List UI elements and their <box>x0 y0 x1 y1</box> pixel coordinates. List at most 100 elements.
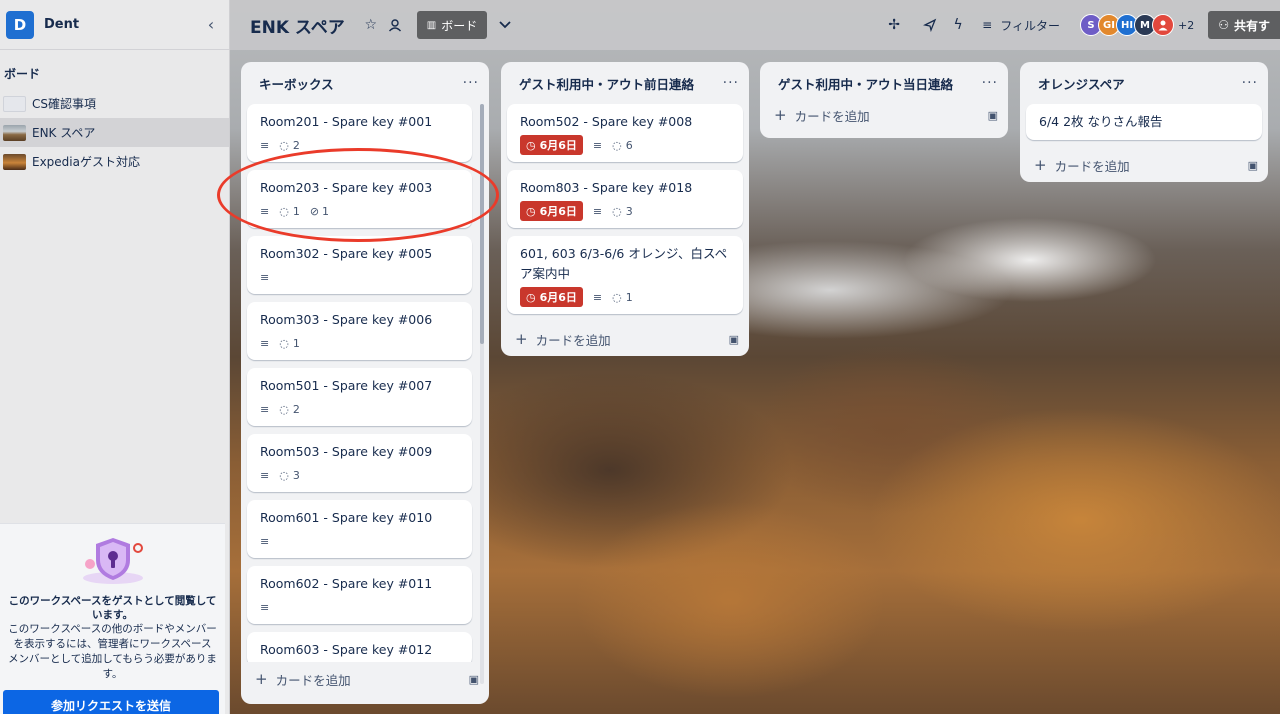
card[interactable]: Room501 - Spare key #007 ≡ ◌ 2 <box>247 368 472 426</box>
description-icon: ≡ <box>260 402 270 416</box>
comment-badge: ◌ 3 <box>612 205 633 218</box>
power-ups-icon[interactable]: ✢ <box>882 13 906 37</box>
card[interactable]: Room602 - Spare key #011 ≡ <box>247 566 472 624</box>
card[interactable]: Room201 - Spare key #001 ≡ ◌ 2 <box>247 104 472 162</box>
share-label: 共有す <box>1233 18 1270 33</box>
list-header[interactable]: キーボックス ··· <box>241 62 489 104</box>
description-icon: ≡ <box>260 534 270 548</box>
card-template-icon[interactable]: ▣ <box>988 109 998 122</box>
share-button[interactable]: ⚇ 共有す <box>1208 11 1280 39</box>
star-icon[interactable]: ☆ <box>359 13 383 37</box>
comment-icon: ◌ <box>612 204 622 218</box>
list-title[interactable]: オレンジスペア <box>1038 74 1242 93</box>
list-header[interactable]: ゲスト利用中・アウト前日連絡 ··· <box>501 62 749 104</box>
chevron-down-icon[interactable] <box>493 13 517 37</box>
card[interactable]: Room803 - Spare key #018 ◷ 6月6日 ≡ ◌ 3 <box>507 170 743 228</box>
workspace-name[interactable]: Dent <box>44 17 199 32</box>
comment-icon: ◌ <box>279 402 289 416</box>
card[interactable]: Room603 - Spare key #012 <box>247 632 472 662</box>
card-badges: ◷ 6月6日 ≡ ◌ 1 <box>520 286 730 308</box>
comment-badge: ◌ 3 <box>279 469 300 482</box>
due-date-badge[interactable]: ◷ 6月6日 <box>520 201 583 221</box>
due-date-badge[interactable]: ◷ 6月6日 <box>520 135 583 155</box>
sidebar-board-label: Expediaゲスト対応 <box>32 155 140 169</box>
member-avatars[interactable]: S GI HI M +2 <box>1080 14 1194 36</box>
due-date: 6月6日 <box>539 291 577 304</box>
sidebar-board-expedia[interactable]: Expediaゲスト対応 <box>0 147 229 176</box>
list-keybox: キーボックス ··· Room201 - Spare key #001 ≡ ◌ 2… <box>241 62 489 704</box>
board-view-button[interactable]: ▥ ボード <box>416 11 488 39</box>
comment-count: 3 <box>625 204 633 218</box>
attachment-badge: ⊘ 1 <box>310 205 329 218</box>
board-thumbnail <box>3 124 26 141</box>
collapse-sidebar-icon[interactable]: ‹ <box>199 13 223 37</box>
list-menu-icon[interactable]: ··· <box>463 75 479 91</box>
plus-icon: + <box>1034 156 1047 174</box>
due-date-badge[interactable]: ◷ 6月6日 <box>520 287 583 307</box>
join-request-button[interactable]: 参加リクエストを送信 <box>3 690 219 714</box>
list-menu-icon[interactable]: ··· <box>1242 75 1258 91</box>
card-badges: ≡ <box>260 266 459 288</box>
list-header[interactable]: オレンジスペア ··· <box>1020 62 1268 104</box>
list-menu-icon[interactable]: ··· <box>723 75 739 91</box>
comment-icon: ◌ <box>279 336 289 350</box>
sidebar-board-enk[interactable]: ENK スペア <box>0 118 229 147</box>
plus-icon: + <box>255 670 268 688</box>
comment-icon: ◌ <box>279 468 289 482</box>
card-title: Room303 - Spare key #006 <box>260 312 433 327</box>
card[interactable]: 6/4 2枚 なりさん報告 <box>1026 104 1262 140</box>
list-scrollbar-thumb[interactable] <box>480 104 484 344</box>
card[interactable]: Room302 - Spare key #005 ≡ <box>247 236 472 294</box>
card-template-icon[interactable]: ▣ <box>729 333 739 346</box>
add-card-label: カードを追加 <box>535 332 611 348</box>
card[interactable]: Room203 - Spare key #003 ≡ ◌ 1 ⊘ 1 <box>247 170 472 228</box>
comment-badge: ◌ 2 <box>279 403 300 416</box>
lightning-icon[interactable]: ϟ <box>946 13 970 37</box>
card[interactable]: Room601 - Spare key #010 ≡ <box>247 500 472 558</box>
workspace-logo[interactable]: D <box>6 10 34 39</box>
visibility-icon[interactable] <box>383 13 407 37</box>
plus-icon: + <box>515 330 528 348</box>
boards-section-title: ボード <box>4 67 41 81</box>
card[interactable]: 601, 603 6/3-6/6 オレンジ、白スペア案内中 ◷ 6月6日 ≡ ◌ 1 <box>507 236 743 314</box>
list-title[interactable]: キーボックス <box>259 74 463 93</box>
comment-count: 1 <box>292 336 300 350</box>
sidebar-board-cs[interactable]: CS確認事項 <box>0 89 229 118</box>
card-badges: ≡ ◌ 2 <box>260 134 459 156</box>
card[interactable]: Room502 - Spare key #008 ◷ 6月6日 ≡ ◌ 6 <box>507 104 743 162</box>
list-title[interactable]: ゲスト利用中・アウト当日連絡 <box>778 74 982 93</box>
add-card-button[interactable]: + カードを追加 ▣ <box>1020 148 1268 182</box>
extra-members-count[interactable]: +2 <box>1178 19 1194 32</box>
avatar-user-icon[interactable] <box>1152 14 1174 36</box>
description-icon: ≡ <box>260 204 270 218</box>
card[interactable]: Room303 - Spare key #006 ≡ ◌ 1 <box>247 302 472 360</box>
card-title: Room501 - Spare key #007 <box>260 378 433 393</box>
card-template-icon[interactable]: ▣ <box>469 673 479 686</box>
comment-icon: ◌ <box>279 204 289 218</box>
comment-count: 1 <box>292 204 300 218</box>
card-template-icon[interactable]: ▣ <box>1248 159 1258 172</box>
list-scrollbar[interactable] <box>480 104 484 684</box>
card[interactable]: Room503 - Spare key #009 ≡ ◌ 3 <box>247 434 472 492</box>
card-title: Room803 - Spare key #018 <box>520 180 693 195</box>
sidebar: D Dent ‹ ボード CS確認事項 ENK スペア Expediaゲスト対応… <box>0 0 230 714</box>
guest-notice-title: このワークスペースをゲストとして閲覧しています。 <box>8 595 217 621</box>
add-card-button[interactable]: + カードを追加 ▣ <box>241 662 489 696</box>
add-card-button[interactable]: + カードを追加 ▣ <box>501 322 749 356</box>
add-card-button[interactable]: + カードを追加 ▣ <box>760 98 1008 132</box>
filter-button[interactable]: ≡ フィルター <box>982 17 1060 34</box>
card-badges: ≡ <box>260 596 459 618</box>
board-title[interactable]: ENK スペア <box>250 13 345 38</box>
list-guest-same-day: ゲスト利用中・アウト当日連絡 ··· + カードを追加 ▣ <box>760 62 1008 138</box>
card-badges: ≡ ◌ 1 <box>260 332 459 354</box>
due-date: 6月6日 <box>539 205 577 218</box>
board-canvas: ENK スペア ☆ ▥ ボード ✢ ϟ ≡ フィルター S GI HI M +2… <box>230 0 1280 714</box>
list-title[interactable]: ゲスト利用中・アウト前日連絡 <box>519 74 723 93</box>
list-menu-icon[interactable]: ··· <box>982 75 998 91</box>
card-title: Room601 - Spare key #010 <box>260 510 433 525</box>
automation-icon[interactable] <box>918 13 942 37</box>
card-title: 6/4 2枚 なりさん報告 <box>1039 114 1163 129</box>
board-thumbnail <box>3 95 26 112</box>
filter-icon: ≡ <box>982 18 993 32</box>
description-icon: ≡ <box>260 468 270 482</box>
